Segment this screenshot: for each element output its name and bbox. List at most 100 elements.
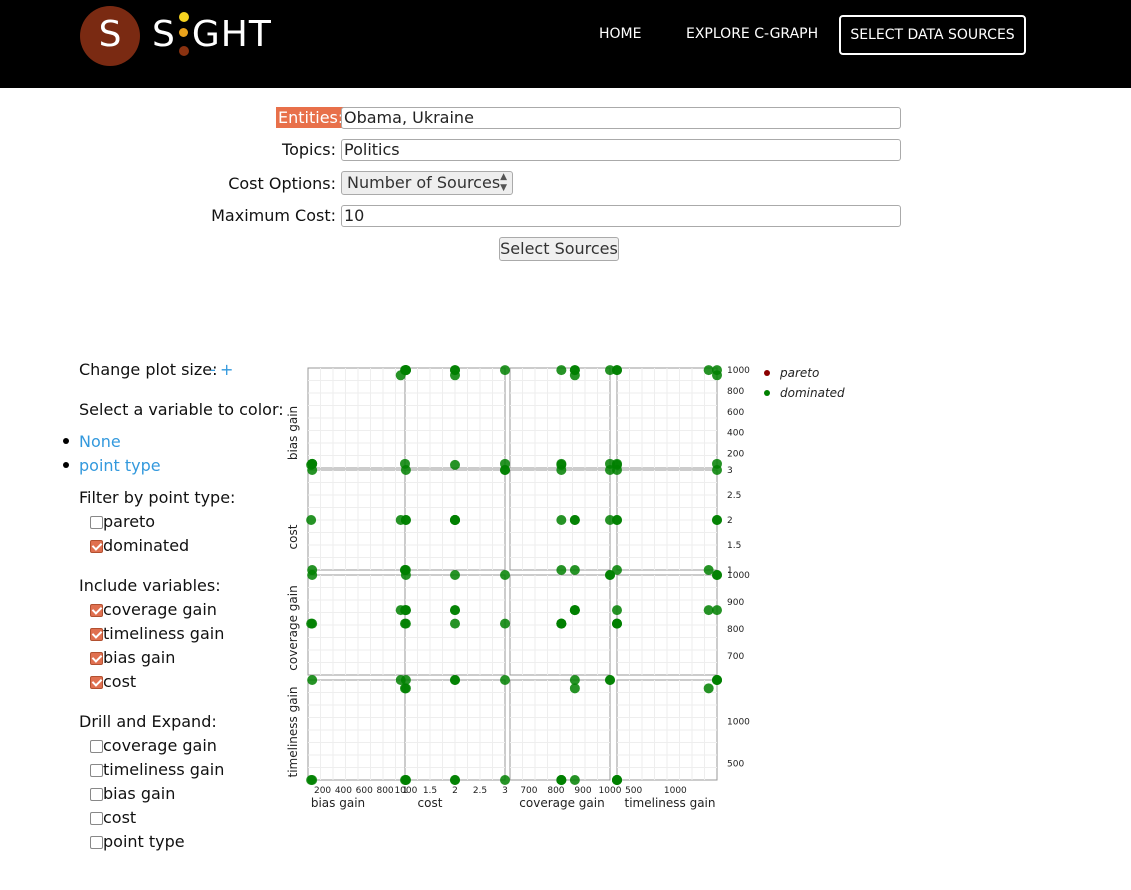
brand-dots-icon: [176, 12, 192, 56]
scatterplot-matrix[interactable]: bias gain cost coverage gain timeliness gai…: [0, 0, 1131, 890]
data-point: [450, 365, 460, 376]
data-point: [307, 565, 318, 575]
topics-label: Topics:: [282, 140, 336, 159]
x-tick-label: 1.5: [423, 786, 437, 796]
data-point: [712, 675, 722, 685]
data-point: [612, 618, 622, 629]
plot-size-minus-link[interactable]: -: [210, 360, 216, 379]
data-point: [400, 675, 411, 685]
data-point: [569, 683, 580, 694]
y-tick-label: 500: [727, 759, 744, 769]
y-tick-label: 2: [727, 516, 733, 526]
select-arrows-icon: ▲ ▼: [500, 172, 507, 193]
data-point: [400, 365, 411, 376]
legend-marker-icon: [764, 370, 770, 376]
data-point: [450, 618, 460, 629]
y-tick-label: 1000: [727, 366, 750, 376]
color-option-point-type[interactable]: point type: [79, 456, 161, 475]
data-point: [450, 605, 460, 616]
data-point: [556, 618, 567, 629]
data-point: [400, 618, 410, 629]
color-option-none[interactable]: None: [79, 432, 121, 451]
y-tick-label: 1.5: [727, 541, 741, 551]
x-tick-label: 2.5: [473, 786, 487, 796]
data-point: [612, 775, 622, 785]
plot-panel: [307, 469, 409, 571]
data-point: [400, 683, 410, 694]
data-point: [556, 565, 567, 575]
include-bias-checkbox[interactable]: [90, 652, 103, 665]
drill-expand-label: Drill and Expand:: [79, 712, 217, 731]
data-point: [400, 515, 411, 525]
data-point: [605, 515, 615, 525]
data-point: [569, 565, 580, 575]
plot-panel: [404, 679, 506, 781]
data-point: [400, 458, 410, 469]
select-data-sources-button[interactable]: SELECT DATA SOURCES: [839, 15, 1026, 55]
plot-size-plus-link[interactable]: +: [220, 360, 233, 379]
drill-coverage-checkbox[interactable]: [90, 740, 103, 753]
data-point: [712, 675, 722, 685]
x-tick-label: 700: [520, 786, 537, 796]
column-axis-label: bias gain: [311, 796, 365, 810]
filter-pareto-checkbox[interactable]: [90, 516, 103, 529]
logo-icon[interactable]: S: [80, 6, 140, 66]
plot-panel: [509, 574, 611, 676]
entities-input[interactable]: Obama, Ukraine: [341, 107, 901, 129]
nav-home-link[interactable]: HOME: [599, 26, 641, 42]
data-point: [712, 570, 722, 580]
drill-timeliness-label: timeliness gain: [103, 760, 225, 779]
y-tick-label: 400: [727, 429, 744, 439]
data-point: [400, 365, 411, 376]
data-point: [605, 465, 615, 475]
brand-right: GHT: [191, 14, 272, 55]
cost-options-select[interactable]: Number of Sources ▲ ▼: [341, 171, 513, 195]
data-point: [612, 775, 622, 785]
plot-panel: [509, 679, 611, 781]
drill-timeliness-checkbox[interactable]: [90, 764, 103, 777]
filter-dominated-checkbox[interactable]: [90, 540, 103, 553]
include-cost-checkbox[interactable]: [90, 676, 103, 689]
x-tick-label: 1000: [664, 786, 687, 796]
data-point: [450, 515, 460, 525]
select-sources-button[interactable]: Select Sources: [499, 237, 619, 261]
y-tick-label: 1000: [727, 718, 750, 728]
data-point: [450, 515, 460, 525]
x-tick-label: 900: [574, 786, 591, 796]
data-point: [612, 565, 622, 575]
data-point: [450, 675, 460, 685]
data-point: [450, 370, 460, 381]
data-point: [569, 515, 580, 525]
data-point: [569, 605, 580, 616]
data-point: [306, 515, 317, 525]
maximum-cost-input[interactable]: 10: [341, 205, 901, 227]
data-point: [400, 775, 411, 785]
y-tick-label: 200: [727, 449, 744, 459]
drill-point-type-checkbox[interactable]: [90, 836, 103, 849]
data-point: [605, 570, 615, 580]
data-point: [400, 775, 411, 785]
data-point: [450, 459, 460, 470]
drill-bias-checkbox[interactable]: [90, 788, 103, 801]
legend-label: dominated: [780, 386, 845, 400]
include-coverage-checkbox[interactable]: [90, 604, 103, 617]
data-point: [712, 465, 722, 475]
nav-explore-link[interactable]: EXPLORE C-GRAPH: [686, 26, 818, 42]
row-axis-label: bias gain: [286, 406, 300, 460]
data-point: [612, 605, 622, 616]
data-point: [307, 465, 318, 475]
data-point: [612, 618, 622, 629]
plot-panel: [616, 469, 718, 571]
drill-cost-checkbox[interactable]: [90, 812, 103, 825]
plot-panel: [616, 367, 718, 469]
data-point: [306, 775, 317, 785]
data-point: [556, 465, 567, 475]
y-tick-label: 700: [727, 652, 744, 662]
data-point: [500, 675, 510, 685]
data-point: [703, 365, 714, 376]
entities-label: Entities:: [276, 107, 346, 128]
include-timeliness-checkbox[interactable]: [90, 628, 103, 641]
topics-input[interactable]: Politics: [341, 139, 901, 161]
data-point: [500, 465, 510, 475]
brand-name[interactable]: S GHT: [152, 12, 272, 56]
